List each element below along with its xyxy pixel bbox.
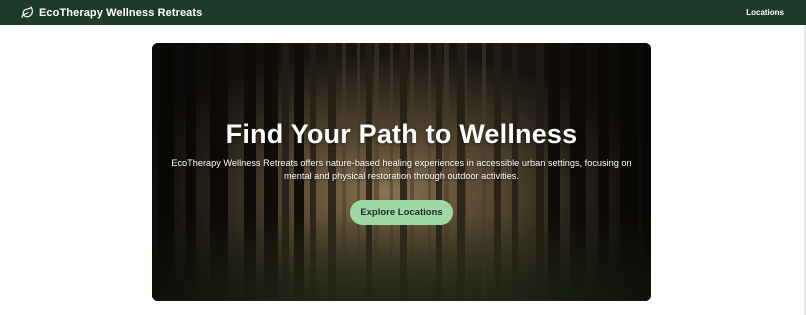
brand-name: EcoTherapy Wellness Retreats [39,6,203,19]
nav-link-locations[interactable]: Locations [746,8,784,17]
site-header: EcoTherapy Wellness Retreats Locations [0,0,806,25]
hero-banner: Find Your Path to Wellness EcoTherapy We… [152,43,651,301]
hero-description: EcoTherapy Wellness Retreats offers natu… [171,158,632,181]
hero-content: Find Your Path to Wellness EcoTherapy We… [152,43,651,301]
brand[interactable]: EcoTherapy Wellness Retreats [21,6,202,19]
hero-title: Find Your Path to Wellness [225,119,578,149]
leaf-icon [21,6,34,19]
explore-locations-button[interactable]: Explore Locations [350,200,453,225]
